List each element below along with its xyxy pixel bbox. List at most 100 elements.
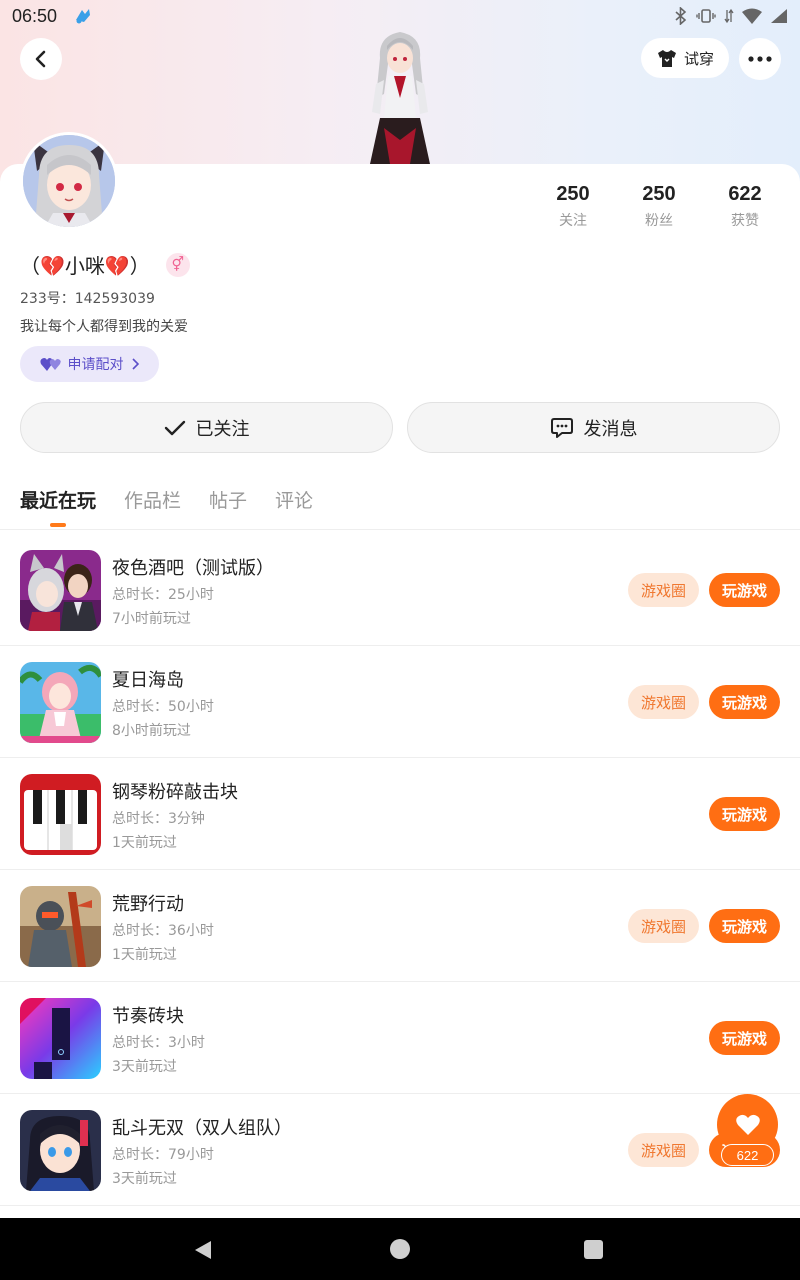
tab-label: 作品栏 [124, 490, 182, 512]
like-count: 622 [721, 1144, 774, 1166]
stat-value: 250 [556, 183, 590, 205]
tab-label: 最近在玩 [20, 490, 97, 512]
tab-comments[interactable]: 评论 [275, 486, 313, 513]
data-arrows-icon [724, 8, 734, 24]
more-dots-icon [748, 56, 772, 62]
game-duration: 总时长：25小时 [112, 587, 214, 603]
game-icon [20, 550, 101, 631]
avatar-character-illustration [370, 32, 430, 164]
game-icon [20, 1110, 101, 1191]
game-row[interactable]: 夏日海岛 总时长：50小时 8小时前玩过 游戏圈 玩游戏 [0, 646, 800, 758]
avatar-image [23, 135, 115, 227]
game-last-played: 8小时前玩过 [112, 723, 191, 739]
game-title: 夏日海岛 [112, 670, 184, 691]
bluetooth-icon [675, 7, 687, 25]
game-icon [20, 998, 101, 1079]
play-game-button[interactable]: 玩游戏 [709, 685, 780, 719]
vibrate-icon [696, 9, 716, 23]
avatar-portrait-icon [23, 135, 115, 227]
stat-value: 250 [642, 183, 676, 205]
game-title: 节奏砖块 [112, 1006, 184, 1027]
send-message-label: 发消息 [583, 418, 638, 440]
game-circle-button[interactable]: 游戏圈 [628, 573, 699, 607]
back-button[interactable] [20, 38, 62, 80]
game-title: 钢琴粉碎敲击块 [112, 782, 238, 803]
user-name: （💔小咪💔） [20, 254, 150, 278]
play-game-button[interactable]: 玩游戏 [709, 909, 780, 943]
try-on-button[interactable]: 试穿 [641, 38, 729, 78]
nav-recents-icon[interactable] [584, 1240, 603, 1259]
game-duration: 总时长：3小时 [112, 1035, 205, 1051]
apply-pair-label: 申请配对 [67, 357, 124, 373]
apply-pair-button[interactable]: 申请配对 [20, 346, 159, 382]
game-last-played: 7小时前玩过 [112, 611, 191, 627]
stat-following[interactable]: 250 关注 [530, 183, 616, 230]
send-message-button[interactable]: 发消息 [407, 402, 780, 453]
game-circle-button[interactable]: 游戏圈 [628, 1133, 699, 1167]
game-row[interactable]: 乱斗无双（双人组队） 总时长：79小时 3天前玩过 游戏圈 玩游戏 [0, 1094, 800, 1206]
game-icon [20, 662, 101, 743]
active-tab-indicator [50, 523, 66, 527]
play-game-button[interactable]: 玩游戏 [709, 573, 780, 607]
status-icons [674, 7, 788, 25]
game-duration: 总时长：79小时 [112, 1147, 214, 1163]
check-icon [164, 420, 185, 435]
shirt-icon [657, 50, 676, 67]
game-title: 夜色酒吧（测试版） [112, 558, 274, 579]
game-duration: 总时长：3分钟 [112, 811, 205, 827]
game-icon [20, 886, 101, 967]
follow-label: 已关注 [195, 418, 250, 440]
user-bio: 我让每个人都得到我的关爱 [20, 319, 188, 335]
game-last-played: 3天前玩过 [112, 1171, 177, 1187]
stat-likes[interactable]: 622 获赞 [702, 183, 788, 230]
game-last-played: 1天前玩过 [112, 947, 177, 963]
game-duration: 总时长：36小时 [112, 923, 214, 939]
stat-followers[interactable]: 250 粉丝 [616, 183, 702, 230]
nav-back-icon[interactable] [193, 1240, 213, 1260]
status-time: 06:50 [12, 5, 58, 26]
game-icon [20, 774, 101, 855]
status-bar: 06:50 [0, 0, 800, 32]
wifi-icon [742, 8, 762, 24]
recent-games-list: 夜色酒吧（测试版） 总时长：25小时 7小时前玩过 游戏圈 玩游戏 夏日海岛 总… [0, 534, 800, 1206]
stat-value: 622 [728, 183, 762, 205]
game-row[interactable]: 节奏砖块 总时长：3小时 3天前玩过 玩游戏 [0, 982, 800, 1094]
game-last-played: 3天前玩过 [112, 1059, 177, 1075]
profile-tabs: 最近在玩 作品栏 帖子 评论 [20, 486, 313, 527]
tab-posts[interactable]: 帖子 [209, 486, 247, 513]
game-title: 乱斗无双（双人组队） [112, 1118, 292, 1139]
stat-label: 粉丝 [645, 213, 673, 229]
avatar[interactable] [20, 132, 118, 230]
chevron-left-icon [35, 50, 46, 68]
game-circle-button[interactable]: 游戏圈 [628, 909, 699, 943]
tab-recently-played[interactable]: 最近在玩 [20, 486, 97, 527]
app-notification-icon [76, 9, 91, 24]
stat-label: 关注 [559, 213, 587, 229]
follow-button[interactable]: 已关注 [20, 402, 393, 453]
game-duration: 总时长：50小时 [112, 699, 214, 715]
game-last-played: 1天前玩过 [112, 835, 177, 851]
try-on-label: 试穿 [683, 49, 714, 68]
tab-works[interactable]: 作品栏 [124, 486, 181, 513]
tab-label: 评论 [275, 490, 314, 512]
more-options-button[interactable] [739, 38, 781, 80]
nav-home-icon[interactable] [390, 1239, 410, 1259]
game-row[interactable]: 荒野行动 总时长：36小时 1天前玩过 游戏圈 玩游戏 [0, 870, 800, 982]
play-game-button[interactable]: 玩游戏 [709, 797, 780, 831]
game-row[interactable]: 夜色酒吧（测试版） 总时长：25小时 7小时前玩过 游戏圈 玩游戏 [0, 534, 800, 646]
game-circle-button[interactable]: 游戏圈 [628, 685, 699, 719]
name-row: （💔小咪💔） ⚥ [20, 250, 190, 279]
chevron-right-icon [131, 358, 139, 370]
chat-bubble-icon [550, 417, 573, 438]
game-row[interactable]: 钢琴粉碎敲击块 总时长：3分钟 1天前玩过 玩游戏 [0, 758, 800, 870]
play-game-button[interactable]: 玩游戏 [709, 1021, 780, 1055]
tabs-divider [0, 529, 800, 530]
hearts-icon [39, 358, 61, 371]
game-title: 荒野行动 [112, 894, 184, 915]
profile-stats: 250 关注 250 粉丝 622 获赞 [530, 183, 790, 230]
tab-label: 帖子 [209, 490, 248, 512]
system-navigation-bar [0, 1218, 800, 1280]
battery-icon [771, 9, 787, 23]
gender-badge: ⚥ [165, 252, 190, 277]
heart-icon [735, 1114, 760, 1135]
